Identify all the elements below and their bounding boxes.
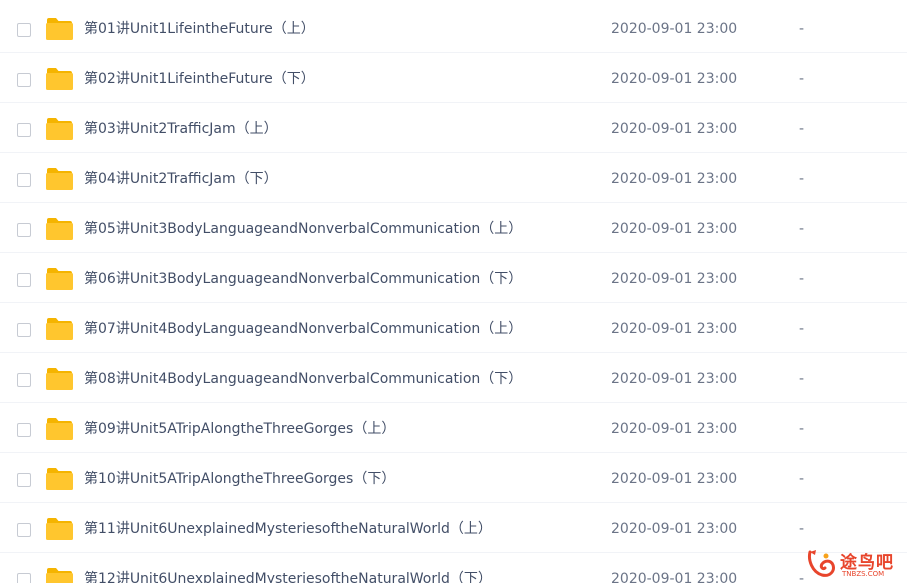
file-name[interactable]: 第04讲Unit2TrafficJam（下）	[84, 170, 278, 188]
file-row[interactable]: 第02讲Unit1LifeintheFuture（下） 2020-09-01 23…	[0, 53, 907, 103]
file-row[interactable]: 第09讲Unit5ATripAlongtheThreeGorges（上） 2020…	[0, 403, 907, 453]
checkbox-icon[interactable]	[17, 423, 31, 437]
file-date: 2020-09-01 23:00	[611, 421, 738, 437]
file-size: -	[799, 471, 805, 487]
file-date: 2020-09-01 23:00	[611, 221, 738, 237]
file-name[interactable]: 第12讲Unit6UnexplainedMysteriesoftheNatura…	[84, 570, 492, 583]
file-name[interactable]: 第06讲Unit3BodyLanguageandNonverbalCommuni…	[84, 270, 522, 288]
file-size: -	[799, 371, 805, 387]
file-name[interactable]: 第01讲Unit1LifeintheFuture（上）	[84, 20, 315, 38]
folder-icon	[46, 368, 73, 390]
file-row[interactable]: 第04讲Unit2TrafficJam（下） 2020-09-01 23:00 -	[0, 153, 907, 203]
file-name[interactable]: 第07讲Unit4BodyLanguageandNonverbalCommuni…	[84, 320, 522, 338]
file-date: 2020-09-01 23:00	[611, 71, 738, 87]
file-name[interactable]: 第02讲Unit1LifeintheFuture（下）	[84, 70, 315, 88]
file-size: -	[799, 21, 805, 37]
checkbox-icon[interactable]	[17, 123, 31, 137]
file-row[interactable]: 第01讲Unit1LifeintheFuture（上） 2020-09-01 23…	[0, 3, 907, 53]
file-size: -	[799, 571, 805, 583]
file-date: 2020-09-01 23:00	[611, 471, 738, 487]
checkbox-icon[interactable]	[17, 73, 31, 87]
file-size: -	[799, 521, 805, 537]
file-date: 2020-09-01 23:00	[611, 121, 738, 137]
file-row[interactable]: 第10讲Unit5ATripAlongtheThreeGorges（下） 2020…	[0, 453, 907, 503]
folder-icon	[46, 118, 73, 140]
file-date: 2020-09-01 23:00	[611, 321, 738, 337]
folder-icon	[46, 568, 73, 583]
checkbox-icon[interactable]	[17, 573, 31, 583]
checkbox-icon[interactable]	[17, 323, 31, 337]
file-name[interactable]: 第11讲Unit6UnexplainedMysteriesoftheNatura…	[84, 520, 492, 538]
checkbox-icon[interactable]	[17, 173, 31, 187]
checkbox-icon[interactable]	[17, 373, 31, 387]
file-date: 2020-09-01 23:00	[611, 171, 738, 187]
file-size: -	[799, 321, 805, 337]
file-row[interactable]: 第12讲Unit6UnexplainedMysteriesoftheNatura…	[0, 553, 907, 583]
file-date: 2020-09-01 23:00	[611, 521, 738, 537]
file-name[interactable]: 第09讲Unit5ATripAlongtheThreeGorges（上）	[84, 420, 395, 438]
file-size: -	[799, 171, 805, 187]
file-size: -	[799, 221, 805, 237]
file-date: 2020-09-01 23:00	[611, 21, 738, 37]
folder-icon	[46, 268, 73, 290]
folder-icon	[46, 68, 73, 90]
file-date: 2020-09-01 23:00	[611, 571, 738, 583]
file-date: 2020-09-01 23:00	[611, 371, 738, 387]
checkbox-icon[interactable]	[17, 273, 31, 287]
file-name[interactable]: 第08讲Unit4BodyLanguageandNonverbalCommuni…	[84, 370, 522, 388]
file-row[interactable]: 第07讲Unit4BodyLanguageandNonverbalCommuni…	[0, 303, 907, 353]
checkbox-icon[interactable]	[17, 473, 31, 487]
file-row[interactable]: 第08讲Unit4BodyLanguageandNonverbalCommuni…	[0, 353, 907, 403]
folder-icon	[46, 18, 73, 40]
file-list: 第01讲Unit1LifeintheFuture（上） 2020-09-01 23…	[0, 0, 907, 583]
file-date: 2020-09-01 23:00	[611, 271, 738, 287]
folder-icon	[46, 168, 73, 190]
file-name[interactable]: 第03讲Unit2TrafficJam（上）	[84, 120, 278, 138]
checkbox-icon[interactable]	[17, 523, 31, 537]
folder-icon	[46, 518, 73, 540]
folder-icon	[46, 418, 73, 440]
folder-icon	[46, 468, 73, 490]
checkbox-icon[interactable]	[17, 23, 31, 37]
checkbox-icon[interactable]	[17, 223, 31, 237]
file-size: -	[799, 121, 805, 137]
file-name[interactable]: 第05讲Unit3BodyLanguageandNonverbalCommuni…	[84, 220, 522, 238]
file-size: -	[799, 71, 805, 87]
folder-icon	[46, 318, 73, 340]
file-row[interactable]: 第05讲Unit3BodyLanguageandNonverbalCommuni…	[0, 203, 907, 253]
file-row[interactable]: 第11讲Unit6UnexplainedMysteriesoftheNatura…	[0, 503, 907, 553]
folder-icon	[46, 218, 73, 240]
file-size: -	[799, 421, 805, 437]
file-row[interactable]: 第06讲Unit3BodyLanguageandNonverbalCommuni…	[0, 253, 907, 303]
file-size: -	[799, 271, 805, 287]
file-row[interactable]: 第03讲Unit2TrafficJam（上） 2020-09-01 23:00 -	[0, 103, 907, 153]
file-name[interactable]: 第10讲Unit5ATripAlongtheThreeGorges（下）	[84, 470, 395, 488]
